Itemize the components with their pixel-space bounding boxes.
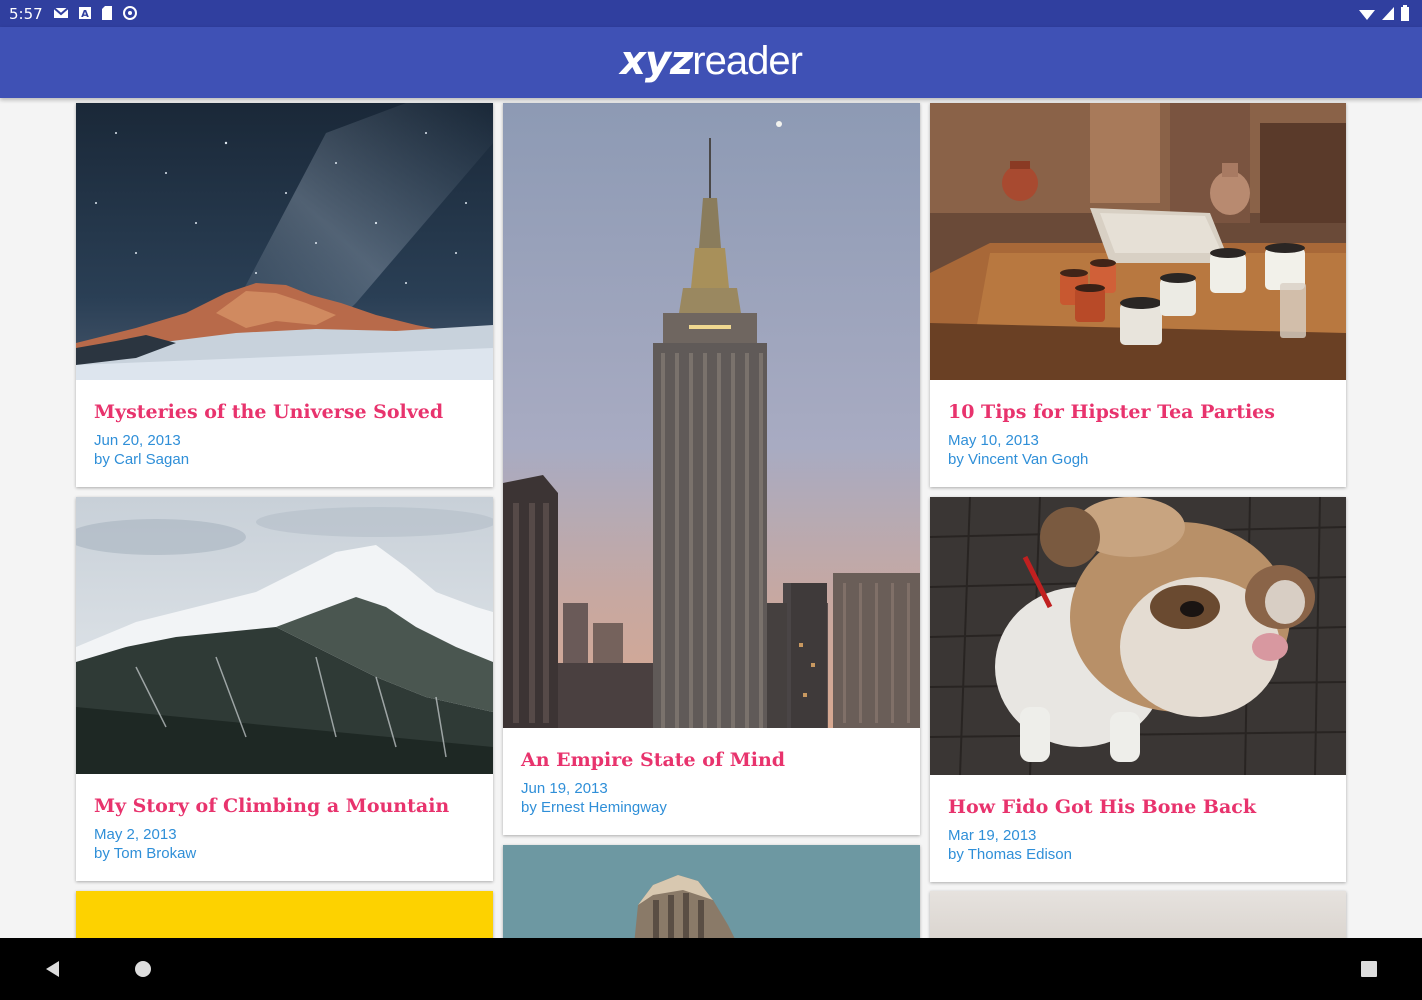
wifi-icon [1358, 5, 1376, 21]
article-date: May 2, 2013 [94, 826, 177, 843]
article-date: Mar 19, 2013 [948, 827, 1037, 844]
article-author: by Carl Sagan [94, 451, 190, 468]
signal-icon [1381, 5, 1395, 21]
article-card[interactable]: My Story of Climbing a Mountain May 2, 2… [76, 497, 493, 881]
article-image-light-gray [930, 891, 1346, 938]
article-title: My Story of Climbing a Mountain [94, 795, 450, 817]
battery-icon [1400, 5, 1410, 21]
article-card-partial[interactable] [503, 845, 920, 938]
article-title: An Empire State of Mind [521, 749, 786, 771]
recents-icon[interactable] [1359, 959, 1379, 983]
article-title: 10 Tips for Hipster Tea Parties [948, 401, 1275, 423]
text-a-icon: A [78, 5, 92, 21]
article-date: Jun 20, 2013 [94, 432, 181, 449]
home-icon[interactable] [133, 959, 153, 983]
app-logo: xyzreader [620, 37, 803, 84]
article-image-yellow [76, 891, 493, 938]
article-grid: Mysteries of the Universe Solved Jun 20,… [0, 0, 1422, 938]
article-image-night-sky [76, 103, 493, 380]
logo-xyz: xyz [620, 37, 693, 84]
navigation-bar [0, 938, 1422, 1000]
sync-icon [122, 5, 138, 21]
app-bar: xyzreader [0, 27, 1422, 98]
article-card[interactable]: 10 Tips for Hipster Tea Parties May 10, … [930, 103, 1346, 487]
article-image-bulldog [930, 497, 1346, 775]
logo-reader: reader [692, 38, 803, 83]
article-author: by Ernest Hemingway [521, 799, 667, 816]
status-bar: 5:57 A [0, 0, 1422, 27]
article-card-partial[interactable] [76, 891, 493, 938]
article-author: by Thomas Edison [948, 846, 1072, 863]
article-author: by Vincent Van Gogh [948, 451, 1089, 468]
sd-card-icon [101, 5, 113, 21]
article-image-flatiron [503, 845, 920, 938]
article-image-snowy-mountain [76, 497, 493, 774]
article-title: How Fido Got His Bone Back [948, 796, 1256, 818]
gmail-icon [53, 5, 69, 21]
article-card[interactable]: How Fido Got His Bone Back Mar 19, 2013 … [930, 497, 1346, 882]
article-author: by Tom Brokaw [94, 845, 197, 862]
svg-text:A: A [81, 9, 89, 20]
article-card[interactable]: Mysteries of the Universe Solved Jun 20,… [76, 103, 493, 487]
article-title: Mysteries of the Universe Solved [94, 401, 444, 423]
article-card[interactable]: An Empire State of Mind Jun 19, 2013 by … [503, 103, 920, 835]
back-icon[interactable] [43, 959, 63, 983]
article-image-empire-state [503, 103, 920, 728]
article-card-partial[interactable] [930, 891, 1346, 938]
article-image-tea-cups [930, 103, 1346, 380]
article-date: Jun 19, 2013 [521, 780, 608, 797]
status-time: 5:57 [9, 5, 43, 23]
article-date: May 10, 2013 [948, 432, 1039, 449]
